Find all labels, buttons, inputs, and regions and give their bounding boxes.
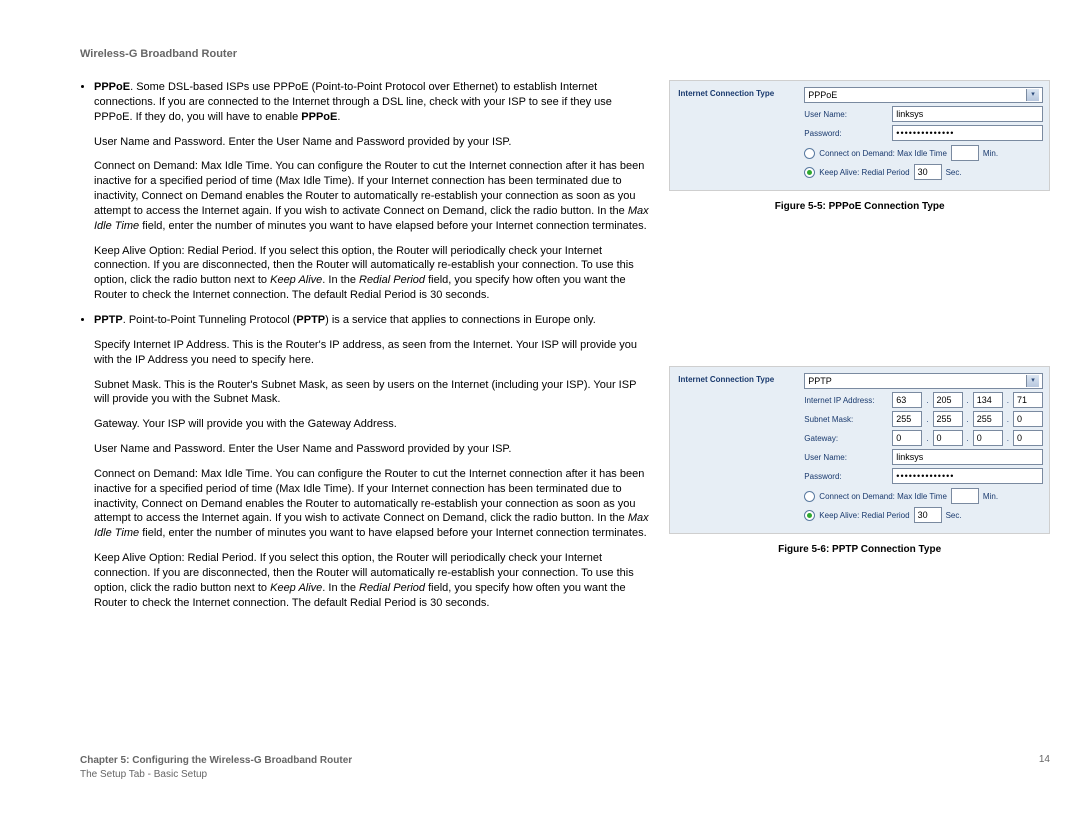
cod-unit: Min.	[983, 492, 998, 501]
panel-title: Internet Connection Type	[676, 373, 794, 390]
figure-5-6-panel: Internet Connection Type PPTP ▾ Internet…	[669, 366, 1050, 534]
text: ) is a service that applies to connectio…	[325, 314, 596, 326]
mask-octet-3[interactable]: 255	[973, 411, 1003, 427]
text: Connect on Demand: Max Idle Time. You ca…	[94, 160, 644, 217]
mask-octet-4[interactable]: 0	[1013, 411, 1043, 427]
para-subnet: Subnet Mask. This is the Router's Subnet…	[94, 378, 649, 408]
password-input[interactable]: ••••••••••••••	[892, 125, 1043, 141]
password-label: Password:	[804, 129, 888, 138]
footer-chapter: Chapter 5: Configuring the Wireless-G Br…	[80, 754, 352, 768]
mask-octet-2[interactable]: 255	[933, 411, 963, 427]
gw-octet-4[interactable]: 0	[1013, 430, 1043, 446]
para-user-pass-2: User Name and Password. Enter the User N…	[94, 442, 649, 457]
term-pppoe-tail: PPPoE	[301, 111, 337, 123]
password-label: Password:	[804, 472, 888, 481]
text: field, enter the number of minutes you w…	[139, 220, 647, 232]
connect-on-demand-radio[interactable]	[804, 491, 815, 502]
ip-octet-4[interactable]: 71	[1013, 392, 1043, 408]
chevron-down-icon: ▾	[1026, 89, 1039, 101]
keep-alive-label: Keep Alive: Redial Period	[819, 168, 909, 177]
password-input[interactable]: ••••••••••••••	[892, 468, 1043, 484]
para-cod: Connect on Demand: Max Idle Time. You ca…	[94, 159, 649, 233]
bullet-pptp: PPTP. Point-to-Point Tunneling Protocol …	[94, 313, 649, 611]
ip-octet-1[interactable]: 63	[892, 392, 922, 408]
keep-alive-radio[interactable]	[804, 167, 815, 178]
para-gateway: Gateway. Your ISP will provide you with …	[94, 417, 649, 432]
username-input[interactable]: linksys	[892, 106, 1043, 122]
para-spec-ip: Specify Internet IP Address. This is the…	[94, 338, 649, 368]
max-idle-time-input[interactable]	[951, 145, 979, 161]
keep-unit: Sec.	[946, 511, 962, 520]
username-input[interactable]: linksys	[892, 449, 1043, 465]
max-idle-time-input[interactable]	[951, 488, 979, 504]
italic-redial-period-2: Redial Period	[359, 582, 425, 594]
page-number: 14	[1039, 754, 1050, 782]
italic-redial-period: Redial Period	[359, 274, 425, 286]
text: Connect on Demand: Max Idle Time. You ca…	[94, 468, 644, 525]
cod-label: Connect on Demand: Max Idle Time	[819, 149, 947, 158]
redial-period-input[interactable]: 30	[914, 164, 942, 180]
redial-period-input[interactable]: 30	[914, 507, 942, 523]
document-page: Wireless-G Broadband Router PPPoE. Some …	[0, 0, 1080, 834]
panel-title: Internet Connection Type	[676, 87, 794, 104]
bullet-list: PPPoE. Some DSL-based ISPs use PPPoE (Po…	[80, 80, 649, 610]
text: field, enter the number of minutes you w…	[139, 527, 647, 539]
text: . In the	[322, 274, 359, 286]
para-keepalive-2: Keep Alive Option: Redial Period. If you…	[94, 551, 649, 610]
ip-octet-2[interactable]: 205	[933, 392, 963, 408]
mask-label: Subnet Mask:	[804, 415, 888, 424]
gw-octet-1[interactable]: 0	[892, 430, 922, 446]
body-text-column: PPPoE. Some DSL-based ISPs use PPPoE (Po…	[80, 80, 649, 620]
connect-on-demand-radio[interactable]	[804, 148, 815, 159]
mask-octet-1[interactable]: 255	[892, 411, 922, 427]
footer-section: The Setup Tab - Basic Setup	[80, 768, 352, 782]
cod-label: Connect on Demand: Max Idle Time	[819, 492, 947, 501]
content-row: PPPoE. Some DSL-based ISPs use PPPoE (Po…	[80, 80, 1050, 620]
ip-label: Internet IP Address:	[804, 396, 888, 405]
figure-5-5-panel: Internet Connection Type PPPoE ▾ User Na…	[669, 80, 1050, 191]
connection-type-select[interactable]: PPTP ▾	[804, 373, 1043, 389]
para-cod-2: Connect on Demand: Max Idle Time. You ca…	[94, 467, 649, 541]
text: .	[337, 111, 340, 123]
username-label: User Name:	[804, 110, 888, 119]
gateway-label: Gateway:	[804, 434, 888, 443]
connection-type-select[interactable]: PPPoE ▾	[804, 87, 1043, 103]
para-keepalive: Keep Alive Option: Redial Period. If you…	[94, 244, 649, 303]
term-pppoe: PPPoE	[94, 81, 130, 93]
username-label: User Name:	[804, 453, 888, 462]
select-value: PPTP	[808, 374, 832, 388]
italic-keep-alive: Keep Alive	[270, 274, 322, 286]
figures-column: Internet Connection Type PPPoE ▾ User Na…	[669, 80, 1050, 620]
keep-alive-radio[interactable]	[804, 510, 815, 521]
text: . Some DSL-based ISPs use PPPoE (Point-t…	[94, 81, 612, 123]
text: . In the	[322, 582, 359, 594]
keep-unit: Sec.	[946, 168, 962, 177]
page-footer: Chapter 5: Configuring the Wireless-G Br…	[80, 754, 1050, 782]
ip-octet-3[interactable]: 134	[973, 392, 1003, 408]
term-pptp-2: PPTP	[296, 314, 325, 326]
chevron-down-icon: ▾	[1026, 375, 1039, 387]
term-pptp: PPTP	[94, 314, 123, 326]
figure-5-6-caption: Figure 5-6: PPTP Connection Type	[669, 544, 1050, 555]
figure-5-5-caption: Figure 5-5: PPPoE Connection Type	[669, 201, 1050, 212]
select-value: PPPoE	[808, 88, 837, 102]
cod-unit: Min.	[983, 149, 998, 158]
italic-keep-alive-2: Keep Alive	[270, 582, 322, 594]
running-header: Wireless-G Broadband Router	[80, 48, 1050, 60]
gw-octet-3[interactable]: 0	[973, 430, 1003, 446]
bullet-pppoe: PPPoE. Some DSL-based ISPs use PPPoE (Po…	[94, 80, 649, 303]
gw-octet-2[interactable]: 0	[933, 430, 963, 446]
text: . Point-to-Point Tunneling Protocol (	[123, 314, 297, 326]
para-user-pass: User Name and Password. Enter the User N…	[94, 135, 649, 150]
keep-alive-label: Keep Alive: Redial Period	[819, 511, 909, 520]
